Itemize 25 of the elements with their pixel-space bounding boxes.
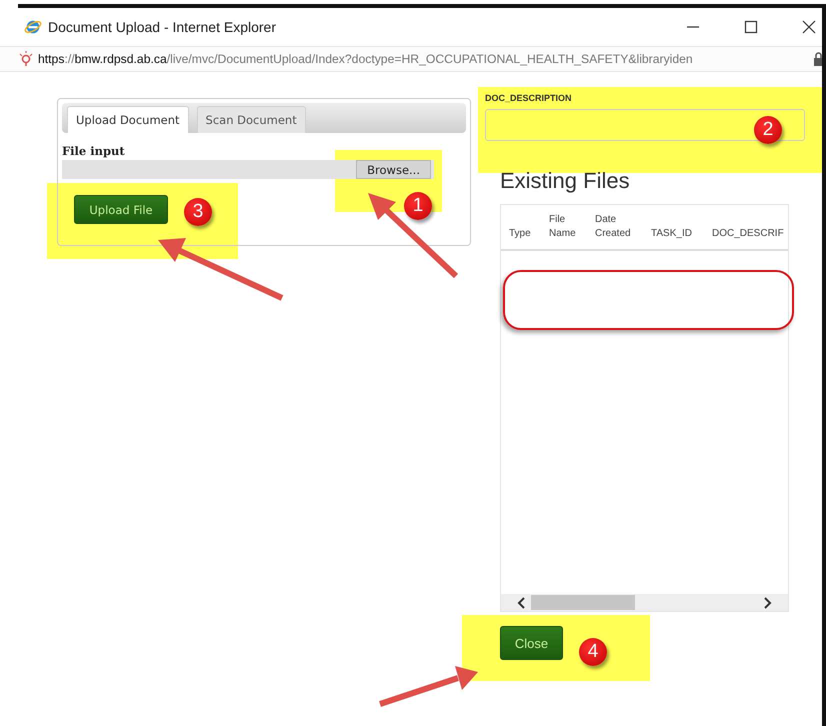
horizontal-scrollbar[interactable] <box>501 594 788 611</box>
file-input[interactable]: Browse... <box>62 160 434 179</box>
description-field[interactable] <box>485 109 805 141</box>
field-label: File input <box>62 144 126 158</box>
browser-icon <box>24 18 42 36</box>
window-title: Document Upload - Internet Explorer <box>48 19 276 35</box>
address-url[interactable]: https://bmw.rdpsd.ab.ca/live/mvc/DocumentUpload/Index?doctype=HR_OCCUPATIONAL_HEALTH_SAFETY&libraryiden <box>38 52 693 66</box>
column-header[interactable]: Type <box>509 227 549 241</box>
tab[interactable]: Upload Document <box>67 106 189 133</box>
scroll-thumb[interactable] <box>531 595 635 610</box>
column-header[interactable]: TASK_ID <box>651 227 712 241</box>
maximize-icon[interactable] <box>744 20 758 34</box>
close-icon[interactable] <box>802 20 816 34</box>
scroll-right-icon[interactable] <box>762 596 772 608</box>
close-button[interactable]: Close <box>500 626 563 660</box>
upload-button[interactable]: Upload File <box>74 195 168 224</box>
section-heading: Existing Files <box>500 168 631 194</box>
scroll-left-icon[interactable] <box>517 596 527 608</box>
tab[interactable]: Scan Document <box>196 106 306 133</box>
field-label: DOC_DESCRIPTION <box>485 93 573 103</box>
column-header[interactable]: DOC_DESCRIF <box>712 227 788 241</box>
lock-icon <box>814 52 822 66</box>
column-header[interactable]: File Name <box>549 213 595 241</box>
column-header[interactable]: Date Created <box>595 213 651 241</box>
bulb-icon <box>18 51 34 67</box>
